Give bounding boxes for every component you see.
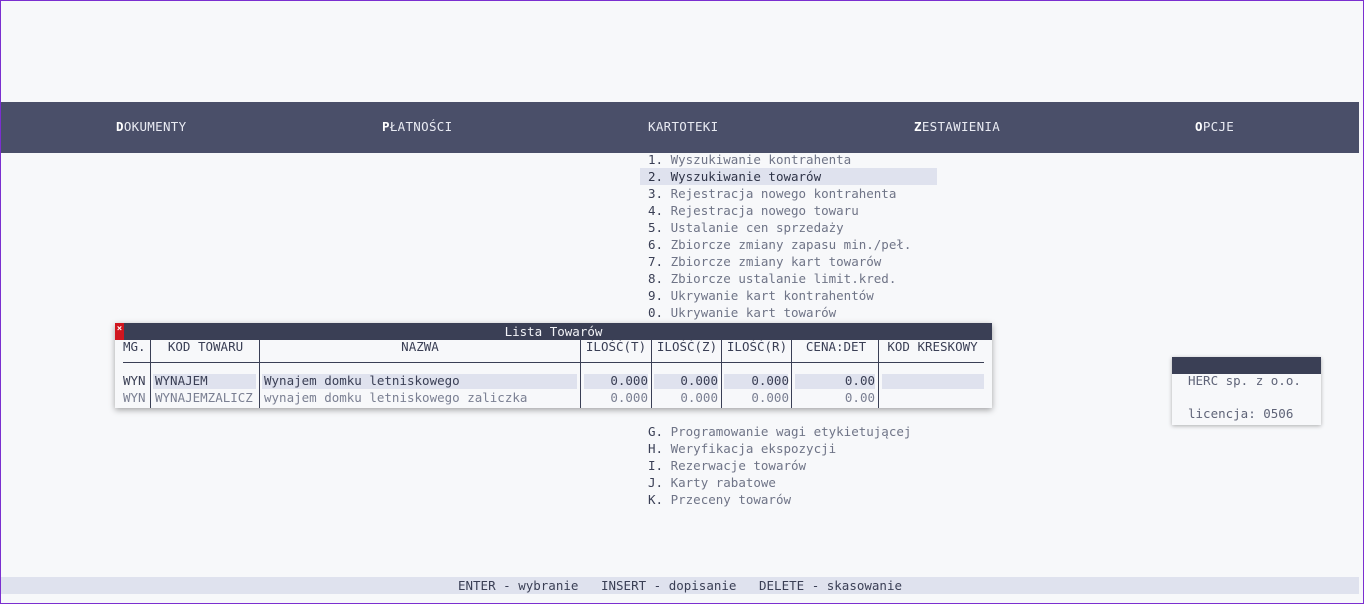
- cell-cena: 0.00: [844, 390, 875, 405]
- kartoteki-dropdown-lower: G. Programowanie wagi etykietującej H. W…: [640, 423, 940, 508]
- col-header-ilosc-z: ILOŚĆ(Z): [656, 339, 718, 354]
- status-bar: ENTER - wybranie INSERT - dopisanie DELE…: [1, 577, 1359, 594]
- cell-mg: WYN: [123, 373, 146, 388]
- cell-kod: WYNAJEM: [155, 373, 208, 388]
- cell-ilosc-t: 0.000: [610, 373, 648, 388]
- item-key: G.: [648, 424, 664, 439]
- item-label: Zbiorcze zmiany zapasu min./peł.: [670, 237, 912, 252]
- main-menubar: DOKUMENTY PŁATNOŚCI KARTOTEKI ZESTAWIENI…: [1, 102, 1359, 153]
- cell-kod: WYNAJEMZALICZ: [155, 390, 253, 405]
- cell-ilosc-z: 0.000: [680, 373, 718, 388]
- company-name: HERC sp. z o.o.: [1188, 373, 1301, 388]
- menu-zestawienia[interactable]: ZESTAWIENIA: [914, 119, 1000, 134]
- col-header-ilosc-t: ILOŚĆ(T): [585, 339, 647, 354]
- cell-kreskowy: [882, 389, 982, 406]
- item-label: Ukrywanie kart towarów: [670, 305, 837, 320]
- item-key: 1.: [648, 152, 664, 167]
- col-header-cena: CENA:DET: [805, 339, 867, 354]
- dropdown-item-selected[interactable]: 2. Wyszukiwanie towarów: [640, 168, 937, 185]
- item-key: 4.: [648, 203, 664, 218]
- column-divider: [259, 340, 260, 408]
- dropdown-item[interactable]: H. Weryfikacja ekspozycji: [640, 440, 940, 457]
- cell-ilosc-r: 0.000: [751, 373, 789, 388]
- cell-mg: WYN: [123, 390, 146, 405]
- cell-nazwa: wynajem domku letniskowego zaliczka: [264, 390, 528, 405]
- item-label: Przeceny towarów: [670, 492, 792, 507]
- item-label: Ustalanie cen sprzedaży: [670, 220, 844, 235]
- cell-ilosc-z: 0.000: [680, 390, 718, 405]
- cell-ilosc-r: 0.000: [751, 390, 789, 405]
- cell-cena: 0.00: [844, 373, 875, 388]
- item-label: Karty rabatowe: [670, 475, 776, 490]
- col-header-nazwa: NAZWA: [401, 339, 439, 354]
- menu-hotkey: O: [1195, 119, 1203, 134]
- kartoteki-dropdown: 1. Wyszukiwanie kontrahenta 2. Wyszukiwa…: [640, 151, 940, 321]
- column-divider: [150, 340, 151, 408]
- menu-hotkey: P: [382, 119, 390, 134]
- item-key: 8.: [648, 271, 664, 286]
- menu-label: OKUMENTY: [123, 119, 187, 134]
- license-number: licencja: 0506: [1188, 406, 1294, 421]
- dropdown-item[interactable]: 3. Rejestracja nowego kontrahenta: [640, 185, 940, 202]
- dropdown-item[interactable]: 8. Zbiorcze ustalanie limit.kred.: [640, 270, 940, 287]
- item-key: 2.: [648, 169, 664, 184]
- product-list-window: Lista Towarów × MG. KOD TOWARU NAZWA ILO…: [115, 323, 992, 408]
- col-header-kod: KOD TOWARU: [167, 339, 244, 354]
- cell-kreskowy: [882, 372, 982, 389]
- dropdown-item[interactable]: G. Programowanie wagi etykietującej: [640, 423, 940, 440]
- item-label: Wyszukiwanie kontrahenta: [670, 152, 852, 167]
- menu-hotkey: D: [116, 119, 124, 134]
- menu-platnosci[interactable]: PŁATNOŚCI: [382, 119, 452, 134]
- item-key: H.: [648, 441, 664, 456]
- col-header-ilosc-r: ILOŚĆ(R): [726, 339, 788, 354]
- menu-label: ŁATNOŚCI: [389, 119, 453, 134]
- item-label: Rejestracja nowego towaru: [670, 203, 859, 218]
- menu-dokumenty[interactable]: DOKUMENTY: [116, 119, 186, 134]
- dropdown-item[interactable]: 5. Ustalanie cen sprzedaży: [640, 219, 940, 236]
- item-key: I.: [648, 458, 664, 473]
- menu-hotkey: Z: [914, 119, 922, 134]
- item-key: 9.: [648, 288, 664, 303]
- menu-label: ESTAWIENIA: [921, 119, 1001, 134]
- dropdown-item[interactable]: 4. Rejestracja nowego towaru: [640, 202, 940, 219]
- item-key: 7.: [648, 254, 664, 269]
- col-header-kreskowy: KOD KRESKOWY: [887, 339, 978, 354]
- column-divider: [878, 340, 879, 408]
- item-key: 3.: [648, 186, 664, 201]
- dropdown-item[interactable]: 0. Ukrywanie kart towarów: [640, 304, 940, 321]
- item-label: Zbiorcze ustalanie limit.kred.: [670, 271, 897, 286]
- item-label: Zbiorcze zmiany kart towarów: [670, 254, 882, 269]
- item-label: Ukrywanie kart kontrahentów: [670, 288, 874, 303]
- item-key: 5.: [648, 220, 664, 235]
- license-info-box: HERC sp. z o.o. licencja: 0506: [1172, 357, 1321, 425]
- header-separator: [123, 362, 984, 363]
- item-key: K.: [648, 492, 664, 507]
- dropdown-item[interactable]: 6. Zbiorcze zmiany zapasu min./peł.: [640, 236, 940, 253]
- column-divider: [791, 340, 792, 408]
- dropdown-item[interactable]: I. Rezerwacje towarów: [640, 457, 940, 474]
- dropdown-item[interactable]: K. Przeceny towarów: [640, 491, 940, 508]
- menu-kartoteki[interactable]: KARTOTEKI: [648, 119, 718, 134]
- item-label: Rezerwacje towarów: [670, 458, 807, 473]
- item-key: 6.: [648, 237, 664, 252]
- item-key: 0.: [648, 305, 664, 320]
- dropdown-item[interactable]: 1. Wyszukiwanie kontrahenta: [640, 151, 940, 168]
- menu-label: KARTOTEKI: [648, 119, 719, 134]
- dropdown-item[interactable]: J. Karty rabatowe: [640, 474, 940, 491]
- cell-ilosc-t: 0.000: [610, 390, 648, 405]
- info-title-bar: [1172, 357, 1321, 374]
- item-label: Weryfikacja ekspozycji: [670, 441, 837, 456]
- menu-opcje[interactable]: OPCJE: [1195, 119, 1234, 134]
- item-key: J.: [648, 475, 664, 490]
- menu-label: PCJE: [1202, 119, 1235, 134]
- cell-nazwa: Wynajem domku letniskowego: [264, 373, 460, 388]
- item-label: Wyszukiwanie towarów: [670, 169, 822, 184]
- item-label: Rejestracja nowego kontrahenta: [670, 186, 897, 201]
- item-label: Programowanie wagi etykietującej: [670, 424, 912, 439]
- dropdown-item[interactable]: 9. Ukrywanie kart kontrahentów: [640, 287, 940, 304]
- col-header-mg: MG.: [123, 339, 146, 354]
- dropdown-item[interactable]: 7. Zbiorcze zmiany kart towarów: [640, 253, 940, 270]
